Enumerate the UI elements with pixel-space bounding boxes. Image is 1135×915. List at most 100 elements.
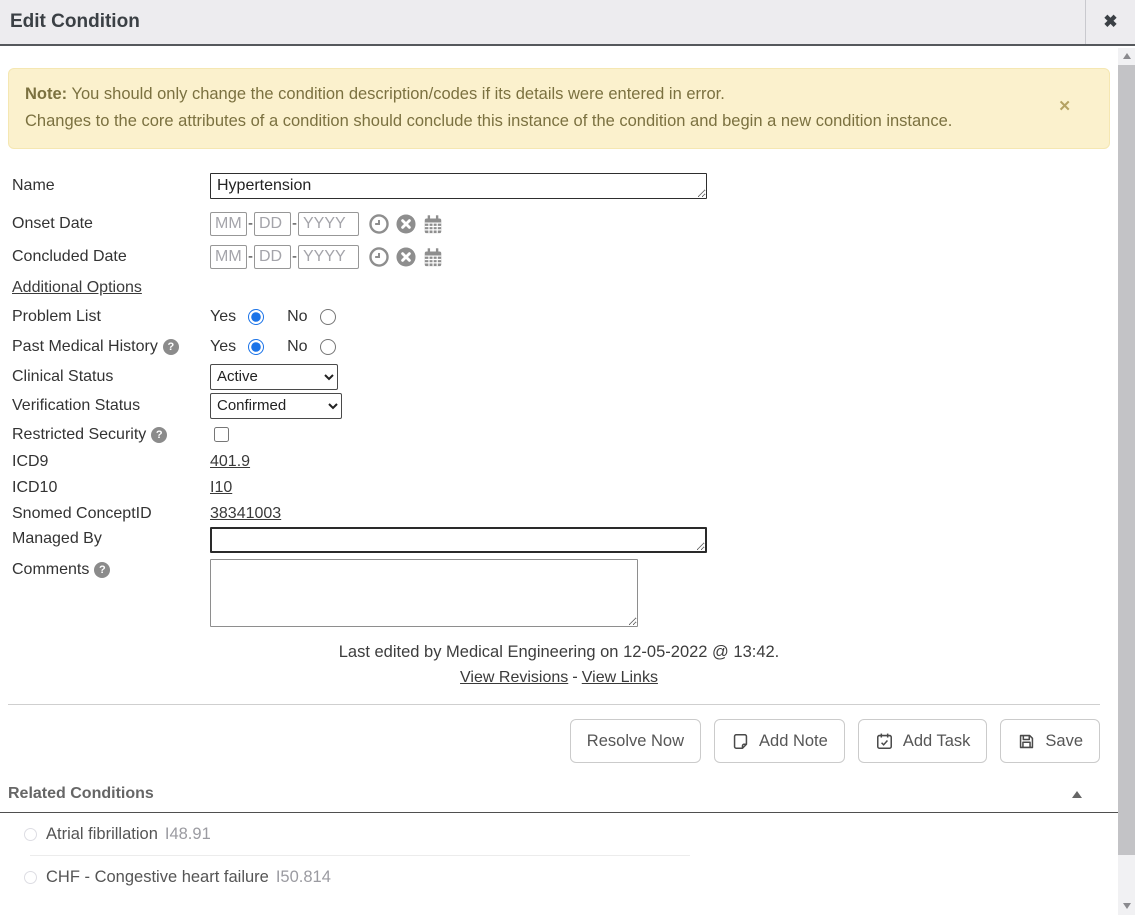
close-icon[interactable]: ✖ xyxy=(1085,0,1135,44)
note-line1: You should only change the condition des… xyxy=(67,85,725,103)
comments-label: Comments xyxy=(12,561,89,579)
help-icon[interactable]: ? xyxy=(163,339,179,355)
related-condition-row[interactable]: Atrial fibrillation I48.91 xyxy=(0,813,1118,855)
scroll-up-icon[interactable] xyxy=(1118,48,1135,64)
revision-links: View Revisions-View Links xyxy=(0,668,1118,687)
dialog-titlebar: Edit Condition ✖ xyxy=(0,0,1135,46)
scrollbar-thumb[interactable] xyxy=(1118,65,1135,855)
past-medical-history-row: Past Medical History? Yes No xyxy=(12,332,1118,362)
date-separator: - xyxy=(248,248,253,265)
problem-list-no-label: No xyxy=(287,308,307,326)
restricted-security-checkbox[interactable] xyxy=(214,427,229,442)
last-edited-text: Last edited by Medical Engineering on 12… xyxy=(0,643,1118,662)
problem-list-row: Problem List Yes No xyxy=(12,302,1118,332)
date-separator: - xyxy=(292,248,297,265)
snomed-label: Snomed ConceptID xyxy=(12,505,210,523)
concluded-date-row: Concluded Date - - xyxy=(12,240,1118,273)
note-label: Note: xyxy=(25,85,67,103)
concluded-month-input[interactable] xyxy=(210,245,247,269)
condition-code: I48.91 xyxy=(165,825,211,844)
onset-clear-icon[interactable] xyxy=(395,213,417,235)
condition-name: Atrial fibrillation xyxy=(46,825,158,844)
comments-input[interactable] xyxy=(210,559,638,627)
managed-by-label: Managed By xyxy=(12,530,210,548)
verification-status-select[interactable]: Confirmed xyxy=(210,393,342,419)
note-banner: Note: You should only change the conditi… xyxy=(8,68,1110,149)
calendar-task-icon xyxy=(875,732,894,751)
pmh-yes-label: Yes xyxy=(210,338,236,356)
condition-bullet-icon xyxy=(24,828,37,841)
additional-options-link[interactable]: Additional Options xyxy=(12,279,142,297)
pmh-yes-radio[interactable] xyxy=(248,339,264,355)
note-text: Note: You should only change the conditi… xyxy=(25,81,990,135)
clinical-status-row: Clinical Status Active xyxy=(12,362,1118,391)
add-task-button[interactable]: Add Task xyxy=(858,719,988,763)
condition-name: CHF - Congestive heart failure xyxy=(46,868,269,887)
concluded-time-icon[interactable] xyxy=(368,246,390,268)
restricted-security-row: Restricted Security? xyxy=(12,420,1118,449)
dialog-title: Edit Condition xyxy=(0,11,140,33)
view-revisions-link[interactable]: View Revisions xyxy=(460,669,568,686)
vertical-scrollbar[interactable] xyxy=(1118,48,1135,915)
collapse-caret-icon[interactable] xyxy=(1072,791,1082,798)
condition-bullet-icon xyxy=(24,871,37,884)
date-separator: - xyxy=(292,215,297,232)
icd9-code-link[interactable]: 401.9 xyxy=(210,453,250,471)
concluded-calendar-icon[interactable] xyxy=(422,246,444,268)
clinical-status-label: Clinical Status xyxy=(12,368,210,386)
scroll-down-icon[interactable] xyxy=(1118,898,1135,914)
date-separator: - xyxy=(248,215,253,232)
resolve-now-button[interactable]: Resolve Now xyxy=(570,719,701,763)
concluded-date-label: Concluded Date xyxy=(12,248,210,266)
problem-list-no-radio[interactable] xyxy=(320,309,336,325)
concluded-day-input[interactable] xyxy=(254,245,291,269)
problem-list-yes-radio[interactable] xyxy=(248,309,264,325)
verification-status-label: Verification Status xyxy=(12,397,210,415)
concluded-clear-icon[interactable] xyxy=(395,246,417,268)
related-condition-row[interactable]: CHF - Congestive heart failure I50.814 xyxy=(0,856,1118,898)
snomed-row: Snomed ConceptID 38341003 xyxy=(12,501,1118,527)
name-input[interactable]: Hypertension xyxy=(210,173,707,199)
concluded-year-input[interactable] xyxy=(298,245,359,269)
help-icon[interactable]: ? xyxy=(151,427,167,443)
condition-form: Name Hypertension Onset Date - - Concl xyxy=(12,173,1118,631)
past-medical-history-label: Past Medical History xyxy=(12,338,158,356)
related-conditions-section: Related Conditions Atrial fibrillation I… xyxy=(0,785,1118,898)
save-button[interactable]: Save xyxy=(1000,719,1100,763)
problem-list-label: Problem List xyxy=(12,308,210,326)
name-row: Name Hypertension xyxy=(12,173,1118,207)
section-divider xyxy=(8,704,1100,705)
icd9-row: ICD9 401.9 xyxy=(12,449,1118,475)
action-buttons: Resolve Now Add Note Add Task Save xyxy=(0,719,1100,763)
help-icon[interactable]: ? xyxy=(94,562,110,578)
pmh-no-label: No xyxy=(287,338,307,356)
related-conditions-title: Related Conditions xyxy=(8,785,154,803)
verification-status-row: Verification Status Confirmed xyxy=(12,391,1118,420)
link-separator: - xyxy=(572,668,578,686)
pmh-no-radio[interactable] xyxy=(320,339,336,355)
onset-day-input[interactable] xyxy=(254,212,291,236)
onset-year-input[interactable] xyxy=(298,212,359,236)
edit-condition-dialog: Edit Condition ✖ Note: You should only c… xyxy=(0,0,1135,915)
note-dismiss-icon[interactable]: ✕ xyxy=(1058,99,1071,114)
condition-code: I50.814 xyxy=(276,868,331,887)
add-note-button[interactable]: Add Note xyxy=(714,719,845,763)
clinical-status-select[interactable]: Active xyxy=(210,364,338,390)
name-label: Name xyxy=(12,177,210,195)
managed-by-input[interactable] xyxy=(210,527,707,553)
onset-calendar-icon[interactable] xyxy=(422,213,444,235)
comments-row: Comments? xyxy=(12,559,1118,631)
related-conditions-header: Related Conditions xyxy=(0,785,1118,813)
icd10-row: ICD10 I10 xyxy=(12,475,1118,501)
icd10-code-link[interactable]: I10 xyxy=(210,479,232,497)
note-icon xyxy=(731,732,750,751)
icd9-label: ICD9 xyxy=(12,453,210,471)
icd10-label: ICD10 xyxy=(12,479,210,497)
onset-month-input[interactable] xyxy=(210,212,247,236)
onset-time-icon[interactable] xyxy=(368,213,390,235)
save-icon xyxy=(1017,732,1036,751)
onset-date-label: Onset Date xyxy=(12,215,210,233)
dialog-body: Note: You should only change the conditi… xyxy=(0,48,1118,915)
snomed-code-link[interactable]: 38341003 xyxy=(210,505,281,523)
view-links-link[interactable]: View Links xyxy=(582,669,658,686)
